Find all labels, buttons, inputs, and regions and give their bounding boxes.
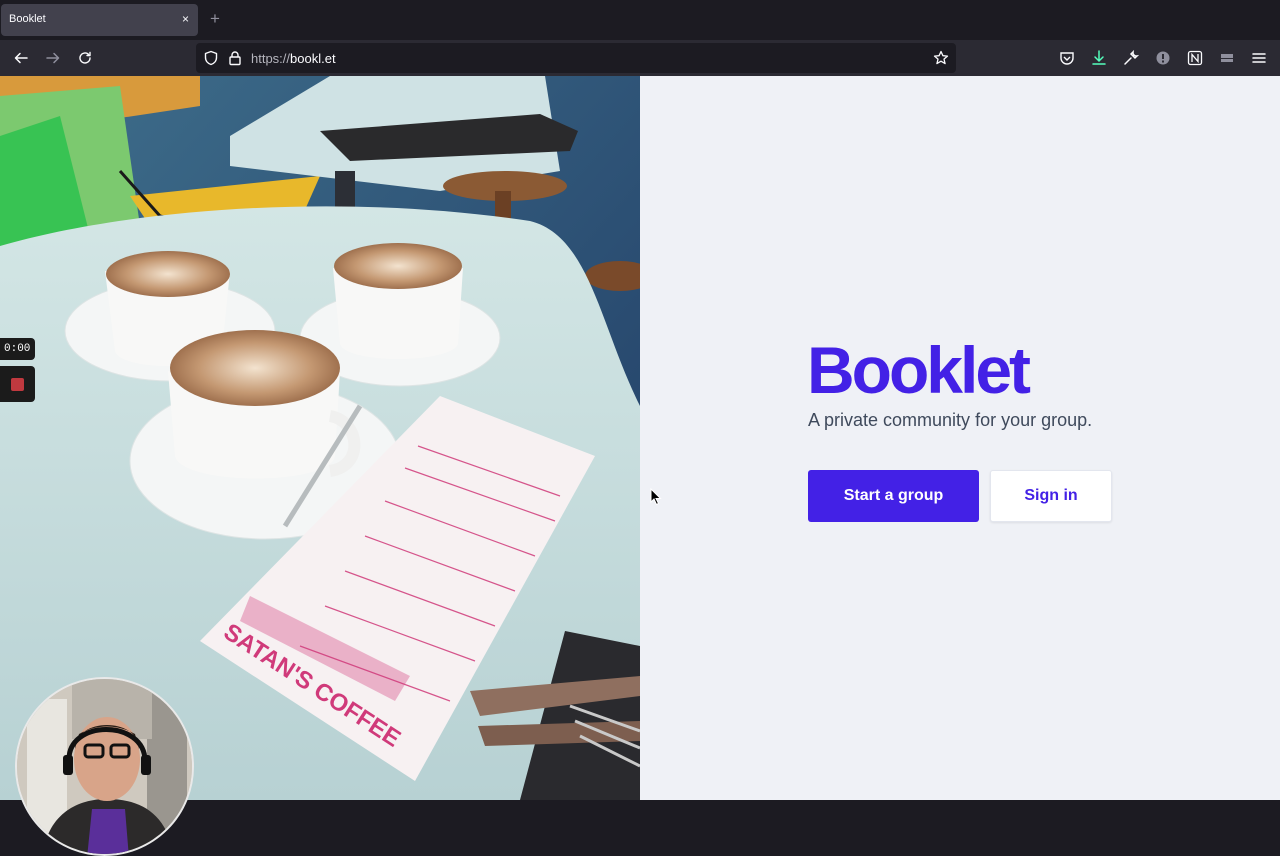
extension-info-icon[interactable] (1154, 49, 1172, 67)
page-content: SATAN'S COFFEE Booklet A private communi… (0, 76, 1280, 856)
tab-strip: Booklet × + (0, 0, 1280, 40)
lock-icon[interactable] (227, 50, 243, 66)
brand-logo-text: Booklet (807, 333, 1031, 407)
recording-timer: 0:00 (0, 338, 35, 360)
start-group-button[interactable]: Start a group (808, 470, 979, 522)
navigation-toolbar: https://bookl.et (0, 40, 1280, 76)
hero-panel: Booklet A private community for your gro… (640, 76, 1280, 800)
tagline: A private community for your group. (808, 410, 1093, 430)
wrench-icon[interactable] (1122, 49, 1140, 67)
menu-hamburger-icon[interactable] (1250, 49, 1268, 67)
back-icon[interactable] (11, 48, 31, 68)
tab-booklet[interactable]: Booklet × (1, 4, 198, 36)
webcam-bubble[interactable] (15, 677, 194, 856)
download-icon[interactable] (1090, 49, 1108, 67)
sign-in-button[interactable]: Sign in (990, 470, 1112, 522)
new-tab-button[interactable]: + (210, 9, 220, 29)
url-text[interactable]: https://bookl.et (251, 51, 336, 66)
shield-icon[interactable] (203, 50, 219, 66)
address-bar[interactable]: https://bookl.et (196, 43, 956, 73)
recording-stop-button[interactable] (0, 366, 35, 402)
url-scheme: https:// (251, 51, 291, 66)
reload-icon[interactable] (75, 48, 95, 68)
bookmark-star-icon[interactable] (933, 50, 949, 66)
extension-tray-icon[interactable] (1218, 49, 1236, 67)
tab-title: Booklet (9, 13, 46, 25)
mouse-cursor-icon (650, 487, 662, 511)
url-host: bookl.et (290, 51, 336, 66)
pocket-icon[interactable] (1058, 49, 1076, 67)
notion-icon[interactable] (1186, 49, 1204, 67)
tab-close-icon[interactable]: × (182, 12, 189, 26)
forward-icon[interactable] (43, 48, 63, 68)
stop-icon (11, 378, 24, 391)
